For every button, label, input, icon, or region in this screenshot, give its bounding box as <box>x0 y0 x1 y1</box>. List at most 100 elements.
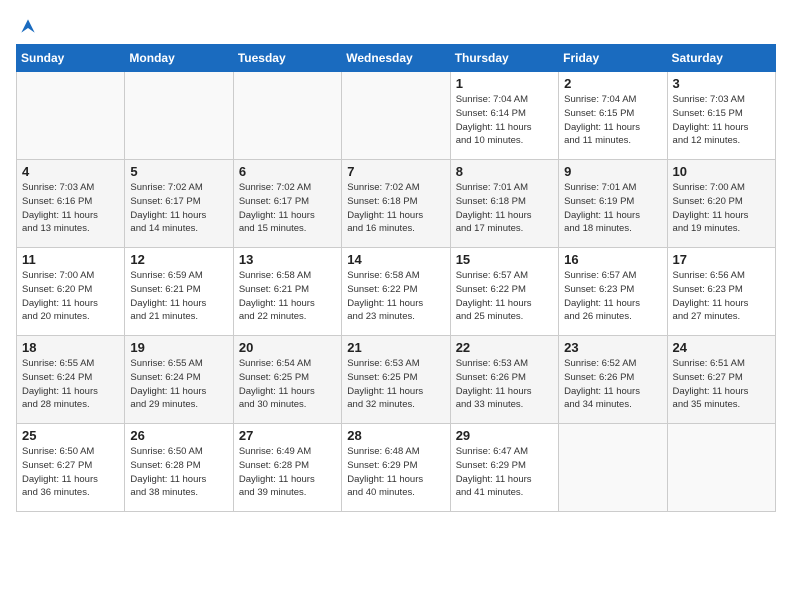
calendar-cell: 19Sunrise: 6:55 AMSunset: 6:24 PMDayligh… <box>125 336 233 424</box>
day-number: 2 <box>564 76 661 91</box>
day-info: Sunrise: 6:49 AMSunset: 6:28 PMDaylight:… <box>239 445 336 500</box>
header-saturday: Saturday <box>667 45 775 72</box>
day-info: Sunrise: 6:57 AMSunset: 6:22 PMDaylight:… <box>456 269 553 324</box>
day-number: 4 <box>22 164 119 179</box>
week-row-5: 25 Sunrise: 6:50 AMSunset: 6:27 PMDayligh… <box>17 424 776 512</box>
week-row-3: 11Sunrise: 7:00 AMSunset: 6:20 PMDayligh… <box>17 248 776 336</box>
day-number: 1 <box>456 76 553 91</box>
calendar-cell: 23 Sunrise: 6:52 AMSunset: 6:26 PMDayligh… <box>559 336 667 424</box>
day-number: 14 <box>347 252 444 267</box>
day-info: Sunrise: 6:57 AMSunset: 6:23 PMDaylight:… <box>564 269 661 324</box>
day-info: Sunrise: 7:02 AMSunset: 6:17 PMDaylight:… <box>130 181 227 236</box>
day-number: 3 <box>673 76 770 91</box>
header-sunday: Sunday <box>17 45 125 72</box>
day-number: 12 <box>130 252 227 267</box>
day-info: Sunrise: 6:51 AMSunset: 6:27 PMDaylight:… <box>673 357 770 412</box>
calendar-cell: 27Sunrise: 6:49 AMSunset: 6:28 PMDayligh… <box>233 424 341 512</box>
day-number: 6 <box>239 164 336 179</box>
calendar-header-row: SundayMondayTuesdayWednesdayThursdayFrid… <box>17 45 776 72</box>
day-info: Sunrise: 6:50 AMSunset: 6:27 PMDaylight:… <box>22 445 119 500</box>
day-info: Sunrise: 6:58 AMSunset: 6:22 PMDaylight:… <box>347 269 444 324</box>
day-number: 25 <box>22 428 119 443</box>
day-number: 23 <box>564 340 661 355</box>
calendar-cell: 20 Sunrise: 6:54 AMSunset: 6:25 PMDayligh… <box>233 336 341 424</box>
calendar-cell: 6 Sunrise: 7:02 AMSunset: 6:17 PMDaylight… <box>233 160 341 248</box>
day-number: 9 <box>564 164 661 179</box>
calendar-cell: 10 Sunrise: 7:00 AMSunset: 6:20 PMDayligh… <box>667 160 775 248</box>
calendar-cell: 29 Sunrise: 6:47 AMSunset: 6:29 PMDayligh… <box>450 424 558 512</box>
day-info: Sunrise: 6:53 AMSunset: 6:25 PMDaylight:… <box>347 357 444 412</box>
calendar-cell: 21 Sunrise: 6:53 AMSunset: 6:25 PMDayligh… <box>342 336 450 424</box>
day-number: 5 <box>130 164 227 179</box>
day-info: Sunrise: 7:04 AMSunset: 6:15 PMDaylight:… <box>564 93 661 148</box>
calendar-cell: 15 Sunrise: 6:57 AMSunset: 6:22 PMDayligh… <box>450 248 558 336</box>
calendar-cell <box>17 72 125 160</box>
day-info: Sunrise: 7:02 AMSunset: 6:17 PMDaylight:… <box>239 181 336 236</box>
day-number: 28 <box>347 428 444 443</box>
header-tuesday: Tuesday <box>233 45 341 72</box>
day-number: 20 <box>239 340 336 355</box>
day-number: 10 <box>673 164 770 179</box>
day-info: Sunrise: 7:03 AMSunset: 6:15 PMDaylight:… <box>673 93 770 148</box>
day-info: Sunrise: 6:48 AMSunset: 6:29 PMDaylight:… <box>347 445 444 500</box>
day-info: Sunrise: 6:52 AMSunset: 6:26 PMDaylight:… <box>564 357 661 412</box>
day-number: 13 <box>239 252 336 267</box>
week-row-1: 1 Sunrise: 7:04 AMSunset: 6:14 PMDaylight… <box>17 72 776 160</box>
logo <box>16 16 38 36</box>
calendar-cell: 11Sunrise: 7:00 AMSunset: 6:20 PMDayligh… <box>17 248 125 336</box>
page-header <box>16 16 776 36</box>
day-number: 19 <box>130 340 227 355</box>
day-info: Sunrise: 7:03 AMSunset: 6:16 PMDaylight:… <box>22 181 119 236</box>
day-number: 15 <box>456 252 553 267</box>
header-monday: Monday <box>125 45 233 72</box>
calendar-table: SundayMondayTuesdayWednesdayThursdayFrid… <box>16 44 776 512</box>
calendar-cell: 12 Sunrise: 6:59 AMSunset: 6:21 PMDayligh… <box>125 248 233 336</box>
calendar-cell <box>125 72 233 160</box>
day-number: 8 <box>456 164 553 179</box>
day-number: 18 <box>22 340 119 355</box>
day-info: Sunrise: 7:04 AMSunset: 6:14 PMDaylight:… <box>456 93 553 148</box>
day-info: Sunrise: 7:01 AMSunset: 6:19 PMDaylight:… <box>564 181 661 236</box>
calendar-cell <box>233 72 341 160</box>
calendar-cell <box>342 72 450 160</box>
calendar-cell: 9 Sunrise: 7:01 AMSunset: 6:19 PMDaylight… <box>559 160 667 248</box>
calendar-cell: 13 Sunrise: 6:58 AMSunset: 6:21 PMDayligh… <box>233 248 341 336</box>
header-friday: Friday <box>559 45 667 72</box>
day-info: Sunrise: 6:54 AMSunset: 6:25 PMDaylight:… <box>239 357 336 412</box>
day-number: 22 <box>456 340 553 355</box>
day-info: Sunrise: 6:55 AMSunset: 6:24 PMDaylight:… <box>22 357 119 412</box>
calendar-cell: 25 Sunrise: 6:50 AMSunset: 6:27 PMDayligh… <box>17 424 125 512</box>
calendar-cell: 28 Sunrise: 6:48 AMSunset: 6:29 PMDayligh… <box>342 424 450 512</box>
week-row-2: 4 Sunrise: 7:03 AMSunset: 6:16 PMDaylight… <box>17 160 776 248</box>
header-wednesday: Wednesday <box>342 45 450 72</box>
day-number: 26 <box>130 428 227 443</box>
calendar-cell <box>559 424 667 512</box>
calendar-cell: 26Sunrise: 6:50 AMSunset: 6:28 PMDayligh… <box>125 424 233 512</box>
calendar-cell: 14 Sunrise: 6:58 AMSunset: 6:22 PMDayligh… <box>342 248 450 336</box>
day-info: Sunrise: 6:47 AMSunset: 6:29 PMDaylight:… <box>456 445 553 500</box>
day-info: Sunrise: 6:59 AMSunset: 6:21 PMDaylight:… <box>130 269 227 324</box>
header-thursday: Thursday <box>450 45 558 72</box>
day-number: 17 <box>673 252 770 267</box>
day-info: Sunrise: 7:01 AMSunset: 6:18 PMDaylight:… <box>456 181 553 236</box>
logo-icon <box>18 16 38 36</box>
calendar-cell: 16 Sunrise: 6:57 AMSunset: 6:23 PMDayligh… <box>559 248 667 336</box>
day-info: Sunrise: 7:00 AMSunset: 6:20 PMDaylight:… <box>673 181 770 236</box>
day-number: 11 <box>22 252 119 267</box>
calendar-cell: 3 Sunrise: 7:03 AMSunset: 6:15 PMDaylight… <box>667 72 775 160</box>
day-number: 16 <box>564 252 661 267</box>
day-info: Sunrise: 6:56 AMSunset: 6:23 PMDaylight:… <box>673 269 770 324</box>
calendar-cell: 18 Sunrise: 6:55 AMSunset: 6:24 PMDayligh… <box>17 336 125 424</box>
calendar-cell: 4 Sunrise: 7:03 AMSunset: 6:16 PMDaylight… <box>17 160 125 248</box>
day-info: Sunrise: 6:53 AMSunset: 6:26 PMDaylight:… <box>456 357 553 412</box>
day-number: 29 <box>456 428 553 443</box>
day-info: Sunrise: 6:58 AMSunset: 6:21 PMDaylight:… <box>239 269 336 324</box>
calendar-cell: 7Sunrise: 7:02 AMSunset: 6:18 PMDaylight… <box>342 160 450 248</box>
day-number: 24 <box>673 340 770 355</box>
calendar-cell: 24 Sunrise: 6:51 AMSunset: 6:27 PMDayligh… <box>667 336 775 424</box>
day-number: 21 <box>347 340 444 355</box>
calendar-cell: 22 Sunrise: 6:53 AMSunset: 6:26 PMDayligh… <box>450 336 558 424</box>
day-info: Sunrise: 7:02 AMSunset: 6:18 PMDaylight:… <box>347 181 444 236</box>
calendar-cell: 8 Sunrise: 7:01 AMSunset: 6:18 PMDaylight… <box>450 160 558 248</box>
calendar-cell: 17 Sunrise: 6:56 AMSunset: 6:23 PMDayligh… <box>667 248 775 336</box>
